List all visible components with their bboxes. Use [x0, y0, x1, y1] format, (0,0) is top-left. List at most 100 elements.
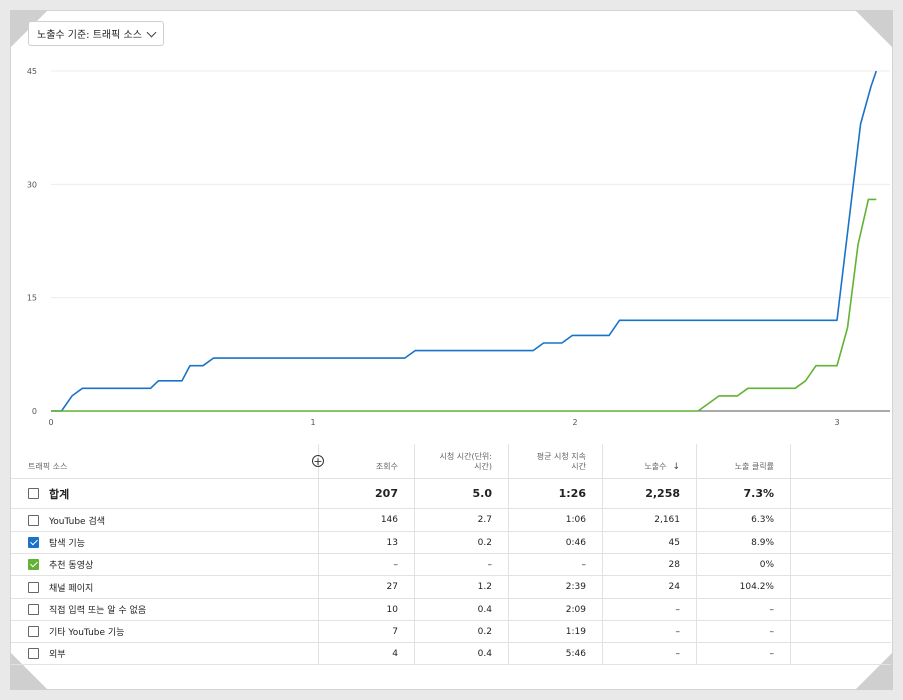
- row-checkbox[interactable]: [28, 514, 39, 526]
- cell-value: 기타 YouTube 기능: [49, 628, 125, 638]
- row-checkbox[interactable]: [28, 648, 39, 659]
- column-header-impressions[interactable]: 노출수 ↓: [602, 444, 696, 478]
- cell-label: YouTube 검색: [11, 509, 318, 531]
- column-divider: [414, 444, 415, 665]
- table-header-row: 트래픽 소스 조회수 시청 시간(단위: 시간) 평균 시청 지속 시간 노출수 ↓ 노출 …: [11, 444, 891, 479]
- column-header-avg-duration[interactable]: 평균 시청 지속 시간: [508, 444, 602, 478]
- cell-watch-time: 2.7: [414, 509, 508, 531]
- column-header-label: 시청 시간(단위: 시간): [439, 452, 492, 471]
- series-line-0: [51, 70, 878, 412]
- row-checkbox[interactable]: [28, 626, 39, 637]
- column-header-label: 노출 클릭률: [734, 462, 774, 471]
- cell-ctr: 104.2%: [696, 576, 790, 598]
- cell-views: 7: [318, 621, 414, 642]
- table-row: 채널 페이지 27 1.2 2:39 24 104.2%: [11, 576, 891, 599]
- total-views: 207: [318, 479, 414, 508]
- checkmark-icon: [29, 559, 38, 568]
- cell-value: –: [769, 648, 775, 659]
- table-row: 추천 동영상 – – – 28 0%: [11, 554, 891, 576]
- cell-value: 2,161: [654, 515, 680, 525]
- cell-views: 146: [318, 509, 414, 531]
- cell-value: –: [675, 626, 681, 637]
- total-avg-duration: 1:26: [508, 479, 602, 508]
- row-checkbox[interactable]: [28, 581, 39, 593]
- cell-value: 24: [668, 582, 680, 592]
- table-row: YouTube 검색 146 2.7 1:06 2,161 6.3%: [11, 509, 891, 532]
- total-checkbox[interactable]: [28, 488, 39, 499]
- cell-impressions: 45: [602, 532, 696, 553]
- column-divider: [696, 444, 697, 665]
- total-value: 7.3%: [743, 487, 774, 500]
- cell-watch-time: 0.4: [414, 643, 508, 664]
- row-checkbox[interactable]: [28, 604, 39, 615]
- cell-impressions: –: [602, 621, 696, 642]
- cell-value: 직접 입력 또는 알 수 없음: [49, 606, 147, 616]
- cell-value: 0.4: [477, 648, 492, 659]
- cell-watch-time: 0.4: [414, 599, 508, 620]
- series-line-1: [51, 198, 877, 412]
- cell-watch-time: 0.2: [414, 532, 508, 553]
- cell-views: 4: [318, 643, 414, 664]
- column-header-watch-time[interactable]: 시청 시간(단위: 시간): [414, 444, 508, 478]
- cell-value: 0:46: [565, 537, 586, 548]
- cell-views: 27: [318, 576, 414, 598]
- cell-value: 146: [380, 515, 398, 525]
- cell-value: YouTube 검색: [49, 516, 106, 527]
- row-checkbox[interactable]: [28, 559, 39, 570]
- row-checkbox[interactable]: [28, 537, 39, 548]
- cell-value: 104.2%: [739, 582, 774, 592]
- line-chart: 0 15 30 45 0 1 2 3: [27, 67, 890, 427]
- cell-label: 탐색 기능: [11, 532, 318, 553]
- column-header-views[interactable]: 조회수: [318, 444, 414, 478]
- column-divider: [790, 444, 791, 665]
- total-value: 207: [375, 487, 398, 500]
- column-header-label: 평균 시청 지속 시간: [536, 452, 586, 471]
- cell-value: 0.2: [477, 626, 492, 637]
- x-tick-label: 0: [48, 418, 53, 427]
- cell-ctr: 0%: [696, 554, 790, 575]
- cell-value: 탐색 기능: [49, 539, 85, 549]
- cell-value: 1:06: [565, 515, 586, 525]
- plus-circle-icon[interactable]: +: [312, 455, 324, 467]
- cell-value: –: [675, 604, 681, 615]
- cell-value: 외부: [49, 650, 66, 660]
- column-header-ctr[interactable]: 노출 클릭률: [696, 444, 790, 478]
- total-label: 합계: [11, 479, 318, 508]
- cell-watch-time: –: [414, 554, 508, 575]
- cell-ctr: 6.3%: [696, 509, 790, 531]
- arrow-down-icon[interactable]: ↓: [672, 462, 680, 472]
- total-watch-time: 5.0: [414, 479, 508, 508]
- cell-impressions: –: [602, 643, 696, 664]
- cell-avg-duration: 1:06: [508, 509, 602, 531]
- total-value: 5.0: [472, 487, 493, 500]
- total-impressions: 2,258: [602, 479, 696, 508]
- cell-value: 2:09: [565, 604, 586, 615]
- cell-avg-duration: 5:46: [508, 643, 602, 664]
- column-header-label: 조회수: [375, 462, 398, 471]
- total-ctr: 7.3%: [696, 479, 790, 508]
- x-tick-label: 2: [572, 418, 577, 427]
- cell-value: 채널 페이지: [49, 583, 94, 594]
- column-header-label[interactable]: 트래픽 소스: [11, 444, 318, 478]
- x-tick-label: 3: [834, 418, 839, 427]
- cell-value: 2.7: [477, 515, 492, 525]
- checkmark-icon: [29, 537, 38, 546]
- x-tick-label: 1: [310, 418, 315, 427]
- cell-ctr: –: [696, 643, 790, 664]
- cell-value: 2:39: [565, 582, 586, 592]
- cell-value: 6.3%: [751, 515, 774, 525]
- cell-ctr: –: [696, 599, 790, 620]
- cell-value: –: [393, 559, 399, 570]
- table-row: 외부 4 0.4 5:46 – –: [11, 643, 891, 665]
- cell-value: 0.4: [477, 604, 492, 615]
- total-value: 합계: [49, 487, 70, 501]
- cell-value: –: [487, 559, 493, 570]
- table-row: 탐색 기능 13 0.2 0:46 45 8.9%: [11, 532, 891, 554]
- cell-value: 7: [392, 626, 398, 637]
- cell-views: 10: [318, 599, 414, 620]
- table-row: 직접 입력 또는 알 수 없음 10 0.4 2:09 – –: [11, 599, 891, 621]
- total-value: 2,258: [645, 487, 680, 500]
- column-divider: [602, 444, 603, 665]
- cell-impressions: 2,161: [602, 509, 696, 531]
- cell-avg-duration: 0:46: [508, 532, 602, 553]
